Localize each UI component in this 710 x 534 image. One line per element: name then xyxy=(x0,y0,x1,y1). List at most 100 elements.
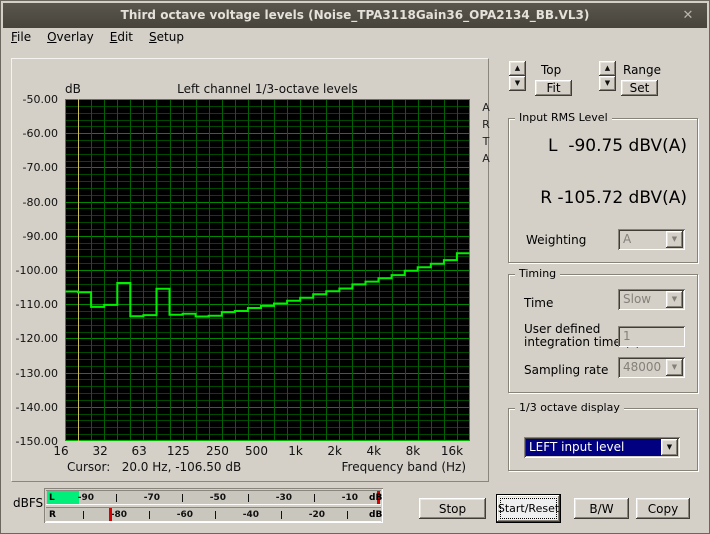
octave-display-group: 1/3 octave display LEFT input level ▼ xyxy=(508,408,698,471)
y-tick-label: -70.00 xyxy=(12,161,58,174)
time-value: Slow xyxy=(620,291,666,308)
menu-setup[interactable]: Setup xyxy=(141,28,192,46)
y-tick-label: -120.00 xyxy=(12,332,58,345)
time-dropdown[interactable]: Slow ▼ xyxy=(618,289,685,310)
range-down-button[interactable]: ▼ xyxy=(599,76,616,91)
weighting-value: A xyxy=(620,231,666,248)
y-tick-label: -60.00 xyxy=(12,127,58,140)
x-tick-label: 8k xyxy=(406,444,421,458)
x-tick-label: 500 xyxy=(245,444,268,458)
x-tick-label: 250 xyxy=(206,444,229,458)
x-tick-label: 63 xyxy=(132,444,147,458)
bw-button[interactable]: B/W xyxy=(574,498,629,519)
right-rms-value: R -105.72 dBV(A) xyxy=(507,188,687,208)
range-spinner: ▲ ▼ xyxy=(599,61,616,91)
x-tick-label: 4k xyxy=(367,444,382,458)
meter-unit-label: dB xyxy=(369,510,382,520)
arta-watermark: A R T A xyxy=(479,99,493,167)
weighting-dropdown[interactable]: A ▼ xyxy=(618,229,685,250)
chevron-down-icon: ▼ xyxy=(666,359,683,376)
copy-button[interactable]: Copy xyxy=(636,498,690,519)
meter-tick xyxy=(248,494,249,502)
input-rms-group-label: Input RMS Level xyxy=(515,111,612,124)
meter-row-r: R -80 -60 -40 -20 dB xyxy=(46,507,381,522)
x-tick-label: 16 xyxy=(53,444,68,458)
meter-scale-label: -10 xyxy=(342,493,358,503)
sampling-rate-value: 48000 xyxy=(620,359,666,376)
top-label: Top xyxy=(541,63,561,77)
top-up-button[interactable]: ▲ xyxy=(509,61,526,76)
menu-overlay[interactable]: Overlay xyxy=(39,28,102,46)
range-up-button[interactable]: ▲ xyxy=(599,61,616,76)
octave-display-selected: LEFT input level xyxy=(526,439,661,456)
x-tick-label: 2k xyxy=(327,444,342,458)
y-tick-label: -150.00 xyxy=(12,435,58,448)
up-arrow-icon: ▲ xyxy=(515,64,520,72)
meter-row-l: L-90-70-50-30-10dB xyxy=(46,490,381,505)
menu-edit[interactable]: Edit xyxy=(102,28,141,46)
top-down-button[interactable]: ▼ xyxy=(509,76,526,91)
plot-title: Left channel 1/3-octave levels xyxy=(65,82,470,96)
octave-display-dropdown[interactable]: LEFT input level ▼ xyxy=(524,437,680,458)
meter-tick xyxy=(347,511,348,519)
meter-scale-label: -60 xyxy=(177,510,193,520)
meter-scale-label: -80 xyxy=(111,510,127,520)
meter-scale-label: -40 xyxy=(243,510,259,520)
meter-tick xyxy=(281,511,282,519)
time-label: Time xyxy=(524,296,553,310)
left-rms-value: L -90.75 dBV(A) xyxy=(507,136,687,156)
sampling-rate-label: Sampling rate xyxy=(524,363,608,377)
meter-unit-label: dB xyxy=(369,493,382,503)
stop-button[interactable]: Stop xyxy=(419,498,486,519)
meter-peak-marker xyxy=(109,508,112,521)
x-tick-label: 125 xyxy=(167,444,190,458)
integration-time-value: 1 xyxy=(620,328,683,345)
chart-panel: dB Left channel 1/3-octave levels -50.00… xyxy=(11,58,489,482)
up-arrow-icon: ▲ xyxy=(605,64,610,72)
spectrum-plot[interactable] xyxy=(65,99,470,441)
meter-tick xyxy=(116,494,117,502)
x-tick-label: 32 xyxy=(92,444,107,458)
timing-group-label: Timing xyxy=(515,267,560,280)
sampling-rate-dropdown[interactable]: 48000 ▼ xyxy=(618,357,685,378)
y-tick-label: -100.00 xyxy=(12,264,58,277)
down-arrow-icon: ▼ xyxy=(605,79,610,87)
chevron-down-icon: ▼ xyxy=(666,231,683,248)
meter-tick xyxy=(215,511,216,519)
meter-tick xyxy=(182,494,183,502)
y-tick-label: -80.00 xyxy=(12,196,58,209)
input-rms-group: Input RMS Level L -90.75 dBV(A) R -105.7… xyxy=(508,118,698,263)
y-tick-label: -130.00 xyxy=(12,367,58,380)
top-spinner: ▲ ▼ xyxy=(509,61,526,91)
meter-tick xyxy=(314,494,315,502)
meter-scale-label: -20 xyxy=(309,510,325,520)
menu-file[interactable]: File xyxy=(3,28,39,46)
integration-time-input[interactable]: 1 xyxy=(618,326,685,347)
weighting-label: Weighting xyxy=(526,233,586,247)
meter-channel-label: R xyxy=(49,510,56,520)
timing-group: Timing Time Slow ▼ User defined integrat… xyxy=(508,274,698,393)
x-tick-label: 1k xyxy=(288,444,303,458)
title-bar: Third octave voltage levels (Noise_TPA31… xyxy=(3,3,707,28)
meter-channel-label: L xyxy=(49,493,55,503)
x-axis-title: Frequency band (Hz) xyxy=(342,460,467,474)
meter-tick xyxy=(149,511,150,519)
set-button[interactable]: Set xyxy=(621,80,658,96)
y-tick-label: -140.00 xyxy=(12,401,58,414)
close-icon[interactable]: ✕ xyxy=(679,3,697,28)
meter-scale-label: -90 xyxy=(78,493,94,503)
start-reset-button[interactable]: Start/Reset xyxy=(497,495,560,522)
y-tick-label: -90.00 xyxy=(12,230,58,243)
menu-bar: FileOverlayEditSetup xyxy=(3,28,707,47)
y-tick-label: -50.00 xyxy=(12,93,58,106)
meter-scale-label: -30 xyxy=(276,493,292,503)
y-tick-label: -110.00 xyxy=(12,298,58,311)
fit-button[interactable]: Fit xyxy=(535,80,572,96)
x-tick-label: 16k xyxy=(441,444,463,458)
chevron-down-icon: ▼ xyxy=(666,291,683,308)
chevron-down-icon: ▼ xyxy=(661,439,678,456)
meter-scale-label: -70 xyxy=(144,493,160,503)
window-title: Third octave voltage levels (Noise_TPA31… xyxy=(121,8,590,22)
integration-label-1: User defined xyxy=(524,322,600,336)
level-meter: L-90-70-50-30-10dBR-80-60-40-20dB xyxy=(44,488,383,523)
